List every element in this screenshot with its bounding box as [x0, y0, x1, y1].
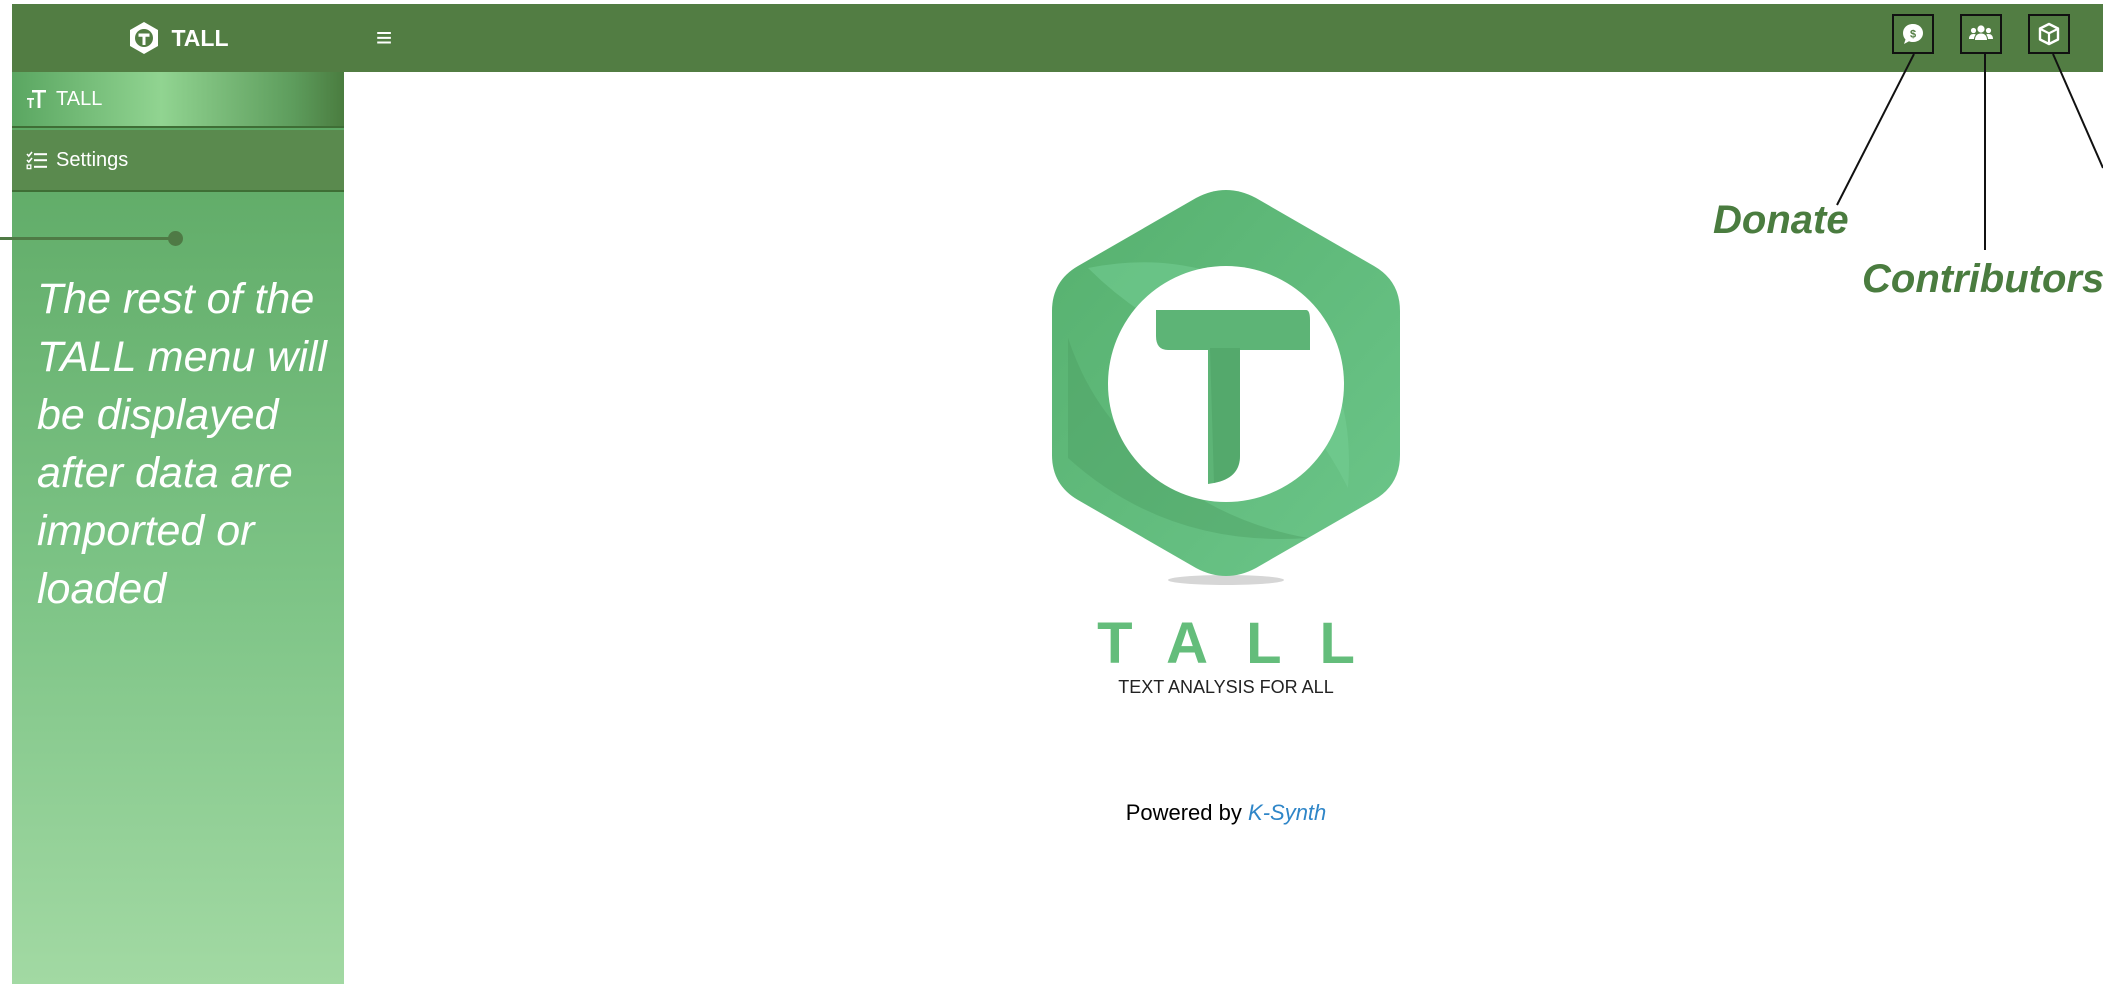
brand-label: TALL [171, 24, 229, 51]
logo-subtitle: TEXT ANALYSIS FOR ALL [1118, 677, 1334, 697]
sidebar-note: The rest of the TALL menu will be displa… [37, 275, 327, 613]
cube-icon [2038, 22, 2060, 46]
hamburger-menu-button[interactable]: ≡ [364, 19, 404, 57]
brand[interactable]: TALL [12, 4, 344, 72]
donate-icon: $ [1903, 24, 1923, 44]
tall-logo-icon [130, 22, 159, 54]
cube-button[interactable] [2028, 14, 2070, 54]
powered-by: Powered by K-Synth [1060, 800, 1392, 826]
logo-title: TALL [1097, 611, 1393, 676]
contributors-icon [1969, 25, 1993, 40]
callout-dot [168, 231, 183, 246]
top-navbar: TALL ≡ $ [12, 4, 2103, 72]
donate-annotation: Donate [1713, 198, 1849, 242]
checklist-icon [26, 151, 47, 170]
sidebar-item-label: Settings [56, 148, 129, 171]
callout-line [0, 237, 175, 240]
donate-button[interactable]: $ [1892, 14, 1934, 54]
sidebar-item-label: TALL [56, 87, 103, 110]
ksynth-link[interactable]: K-Synth [1248, 800, 1326, 825]
powered-by-prefix: Powered by [1125, 800, 1242, 825]
tall-text-icon [27, 90, 46, 108]
sidebar-item-tall[interactable]: TALL [12, 72, 344, 128]
tall-main-logo [1052, 190, 1400, 585]
sidebar-item-settings[interactable]: Settings [12, 130, 344, 192]
contributors-annotation: Contributors [1862, 257, 2103, 301]
contributors-button[interactable] [1960, 14, 2002, 54]
svg-text:$: $ [1910, 29, 1916, 41]
